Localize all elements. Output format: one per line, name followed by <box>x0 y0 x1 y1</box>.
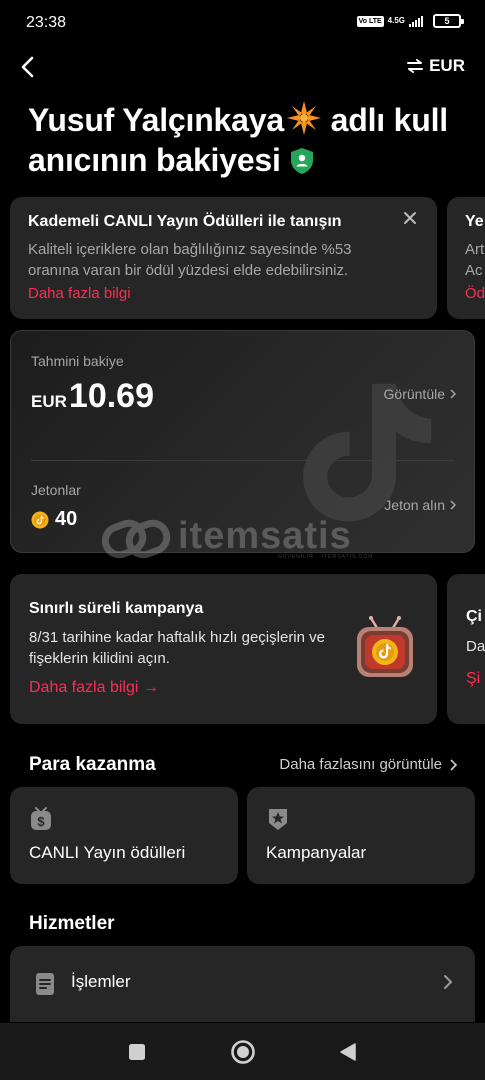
currency-switch-button[interactable]: EUR <box>407 56 465 76</box>
chevron-right-icon <box>450 389 456 399</box>
balance-currency: EUR <box>31 392 67 411</box>
earn-section-title: Para kazanma <box>29 754 156 775</box>
promo-body-line1: Art <box>465 241 485 258</box>
coins-label: Jetonlar <box>31 482 81 498</box>
currency-label: EUR <box>429 56 465 75</box>
promo-learn-more-link[interactable]: Öd <box>465 285 485 302</box>
promo-title: Ye <box>465 213 484 230</box>
promo-card-next[interactable]: Ye Art Ac Öd <box>447 197 485 319</box>
balance-amount: EUR 10.69 <box>31 377 154 416</box>
coin-icon <box>31 511 49 528</box>
home-circle-icon[interactable] <box>230 1039 256 1065</box>
watermark-tagline: GÜVENİLİR · İTEMSATIS.COM <box>278 554 374 560</box>
campaign-body: 8/31 tarihine kadar haftalık hızlı geçiş… <box>29 629 325 667</box>
page-title: Yusuf Yalçınkaya adlı kull anıcının baki… <box>28 100 468 180</box>
chevron-right-icon <box>450 758 457 771</box>
promo-card-live-rewards[interactable]: Kademeli CANLI Yayın Ödülleri ile tanışı… <box>10 197 437 319</box>
close-icon[interactable] <box>403 211 417 225</box>
volte-badge: Vo LTE <box>356 15 384 27</box>
balance-card: Tahmini bakiye EUR 10.69 Görüntüle Jeton… <box>10 330 475 553</box>
balance-divider <box>31 460 454 461</box>
tile-live-rewards[interactable]: $ CANLI Yayın ödülleri <box>10 787 238 884</box>
view-balance-label: Görüntüle <box>383 386 445 402</box>
campaign-body: Da <box>466 638 485 655</box>
svg-text:$: $ <box>37 814 45 829</box>
list-item-transactions[interactable]: İşlemler <box>10 946 475 1022</box>
document-icon <box>36 973 54 995</box>
campaign-card-limited[interactable]: Sınırlı süreli kampanya 8/31 tarihine ka… <box>10 574 437 724</box>
see-more-label: Daha fazlasını görüntüle <box>279 756 442 773</box>
tile-label: Kampanyalar <box>266 843 367 862</box>
promo-body-line2: Ac <box>465 262 483 279</box>
coins-row: 40 <box>31 508 77 531</box>
status-time: 23:38 <box>26 14 67 31</box>
recents-square-icon[interactable] <box>128 1043 146 1061</box>
promo-learn-more-link[interactable]: Daha fazla bilgi <box>28 285 419 302</box>
sparkle-icon <box>286 101 321 135</box>
title-username: Yusuf Yalçınkaya <box>28 102 284 138</box>
chevron-right-icon <box>450 500 456 510</box>
campaign-card-next[interactable]: Çi Da Şi <box>447 574 485 724</box>
see-more-button[interactable]: Daha fazlasını görüntüle <box>279 756 457 773</box>
tile-label: CANLI Yayın ödülleri <box>29 843 186 862</box>
get-coins-button[interactable]: Jeton alın <box>384 497 456 513</box>
campaign-title: Sınırlı süreli kampanya <box>29 600 204 617</box>
battery-level: 5 <box>444 16 450 26</box>
list-item-label: İşlemler <box>71 972 131 991</box>
title-suffix-line2: anıcının bakiyesi <box>28 142 281 178</box>
title-suffix-line1: adlı kull <box>330 102 449 138</box>
dollar-badge-icon: $ <box>31 807 51 830</box>
promo-body: Kaliteli içeriklere olan bağlılığınız sa… <box>28 241 352 279</box>
battery-icon: 5 <box>433 14 464 28</box>
status-indicators: Vo LTE 4.5G 5 <box>356 14 464 28</box>
chevron-left-icon <box>21 56 34 78</box>
view-balance-button[interactable]: Görüntüle <box>384 386 456 402</box>
swap-arrows-icon <box>407 59 424 73</box>
chevron-right-icon <box>444 975 453 989</box>
back-button[interactable] <box>14 52 42 82</box>
campaign-learn-more-link[interactable]: Daha fazla bilgi → <box>29 679 159 697</box>
campaign-title: Çi <box>466 608 482 625</box>
tv-icon <box>357 616 413 677</box>
star-badge-icon <box>269 809 287 830</box>
tile-campaigns[interactable]: Kampanyalar <box>247 787 475 884</box>
balance-value: 10.69 <box>68 377 154 415</box>
status-bar: 23:38 Vo LTE 4.5G 5 <box>0 0 485 46</box>
signal-icon <box>409 15 423 27</box>
estimated-balance-label: Tahmini bakiye <box>31 353 124 369</box>
services-section-title: Hizmetler <box>29 913 115 934</box>
campaign-link[interactable]: Şi <box>466 670 480 688</box>
verified-shield-icon <box>290 148 313 174</box>
system-nav-bar <box>0 1023 485 1080</box>
network-type: 4.5G <box>387 16 405 25</box>
back-triangle-icon[interactable] <box>339 1042 357 1062</box>
promo-title: Kademeli CANLI Yayın Ödülleri ile tanışı… <box>28 213 342 230</box>
coins-value: 40 <box>55 508 78 530</box>
get-coins-label: Jeton alın <box>384 497 445 513</box>
